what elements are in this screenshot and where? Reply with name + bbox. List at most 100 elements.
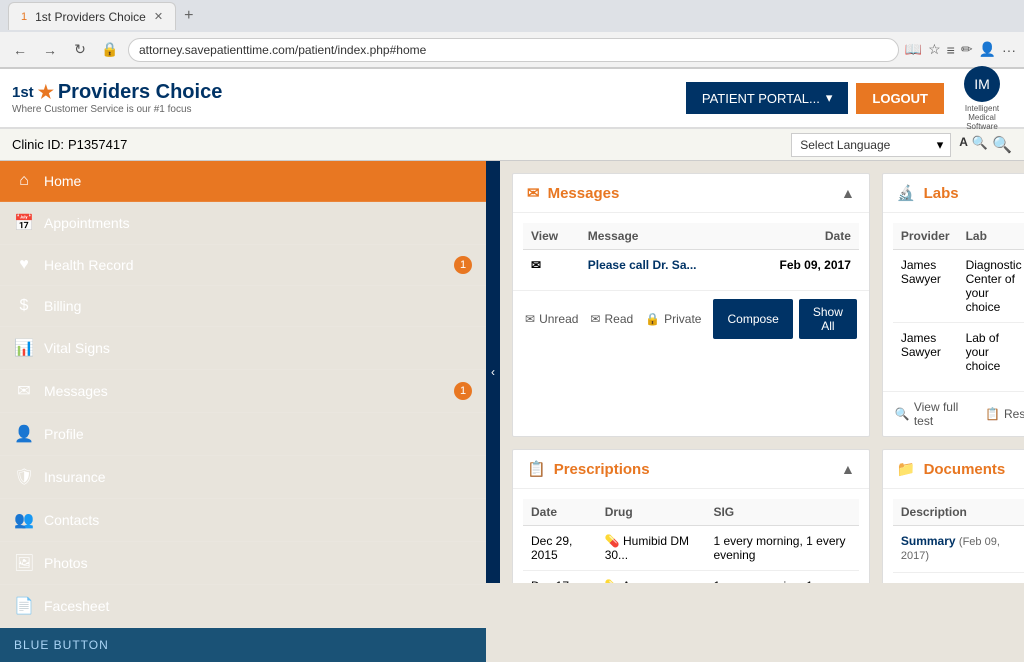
forward-btn[interactable]: → — [38, 38, 62, 62]
search-small-icon[interactable]: 🔍 — [972, 135, 988, 155]
sidebar-item-label-photos: Photos — [44, 555, 88, 571]
messages-panel: ✉ Messages ▲ View Message Date — [512, 173, 870, 437]
labs-footer-links: 🔍 View full test 📋 Result — [895, 400, 1024, 428]
col-presc-sig: SIG — [705, 499, 858, 526]
read-filter[interactable]: ✉ Read — [590, 312, 633, 326]
sidebar-item-label-facesheet: Facesheet — [44, 598, 109, 614]
sidebar-item-label-home: Home — [44, 173, 81, 189]
logout-btn[interactable]: LOGOUT — [856, 83, 944, 114]
photos-icon: 🖼 — [14, 553, 34, 573]
unread-icon: ✉ — [525, 312, 535, 326]
bookmark-icon[interactable]: 📖 — [905, 41, 922, 58]
documents-panel-icon: 📁 — [897, 460, 916, 478]
view-full-test-link[interactable]: 🔍 View full test — [895, 400, 973, 428]
address-bar[interactable] — [128, 38, 899, 62]
text-size-small-btn[interactable]: A — [959, 135, 968, 155]
private-filter[interactable]: 🔒 Private — [645, 312, 701, 326]
browser-chrome: 1 1st Providers Choice ✕ + ← → ↻ 🔒 📖 ☆ ≡… — [0, 0, 1024, 69]
documents-panel-header: 📁 Documents ▲ — [883, 450, 1024, 489]
dropdown-arrow-icon: ▾ — [826, 90, 833, 106]
health-record-icon: ♥ — [14, 256, 34, 274]
content-grid: ✉ Messages ▲ View Message Date — [500, 161, 1024, 583]
presc-drug-2: 💊 Aggrenox 200-... — [597, 571, 706, 584]
ims-label: Intelligent Medical Software — [952, 104, 1012, 131]
header-right: PATIENT PORTAL... ▾ LOGOUT IM Intelligen… — [686, 66, 1012, 131]
labs-panel-icon: 🔬 — [897, 184, 916, 202]
result-link[interactable]: 📋 Result — [985, 400, 1024, 428]
new-tab-btn[interactable]: + — [176, 7, 201, 25]
labs-panel-body: Provider Lab Lab Test James Sawyer Diagn… — [883, 213, 1024, 391]
appointments-icon: 📅 — [14, 213, 34, 233]
sidebar-item-photos[interactable]: 🖼 Photos — [0, 542, 486, 585]
sidebar-item-insurance[interactable]: 🛡 Insurance — [0, 456, 486, 499]
lab-provider-1: James Sawyer — [893, 250, 958, 323]
logo-subtitle: Where Customer Service is our #1 focus — [12, 104, 222, 115]
messages-show-all-btn[interactable]: Show All — [799, 299, 857, 339]
prescriptions-panel-collapse-btn[interactable]: ▲ — [841, 461, 855, 477]
col-presc-drug: Drug — [597, 499, 706, 526]
sidebar-item-health-record[interactable]: ♥ Health Record 1 — [0, 245, 486, 286]
sidebar-item-appointments[interactable]: 📅 Appointments — [0, 202, 486, 245]
labs-panel-title: 🔬 Labs — [897, 184, 959, 202]
search-large-icon[interactable]: 🔍 — [992, 135, 1012, 155]
messages-panel-footer: ✉ Unread ✉ Read 🔒 Private Compose Show A… — [513, 290, 869, 347]
tab-bar: 1 1st Providers Choice ✕ + — [0, 0, 1024, 32]
logo-title: 1st ★ Providers Choice — [12, 81, 222, 104]
sidebar-item-contacts[interactable]: 👥 Contacts — [0, 499, 486, 542]
table-row: Summary (Feb 09, 2017) Aug 16, 2016 📄 🕐 — [893, 526, 1024, 573]
compose-btn[interactable]: Compose — [713, 299, 792, 339]
col-presc-date: Date — [523, 499, 597, 526]
home-icon: ⌂ — [14, 172, 34, 190]
prescriptions-panel-icon: 📋 — [527, 460, 546, 478]
sidebar-item-messages[interactable]: ✉ Messages 1 — [0, 370, 486, 413]
billing-icon: $ — [14, 297, 34, 315]
presc-drug-1: 💊 Humibid DM 30... — [597, 526, 706, 571]
sidebar-item-label-messages: Messages — [44, 383, 108, 399]
sidebar-item-facesheet[interactable]: 📄 Facesheet — [0, 585, 486, 628]
back-btn[interactable]: ← — [8, 38, 32, 62]
more-icon[interactable]: ··· — [1002, 42, 1016, 58]
sidebar-item-label-vital-signs: Vital Signs — [44, 340, 110, 356]
messages-panel-title: ✉ Messages — [527, 184, 619, 202]
doc-summary-link-1[interactable]: Summary — [901, 534, 956, 548]
unread-filter[interactable]: ✉ Unread — [525, 312, 578, 326]
active-tab[interactable]: 1 1st Providers Choice ✕ — [8, 2, 176, 30]
msg-view-icon: ✉ — [523, 250, 580, 281]
lab-lab-1: Diagnostic Center of your choice — [958, 250, 1024, 323]
logo-brand: Providers Choice — [58, 81, 223, 104]
edit-icon[interactable]: ✏ — [961, 41, 973, 58]
blue-button[interactable]: BLUE BUTTON — [0, 628, 486, 662]
sidebar-item-home[interactable]: ⌂ Home — [0, 161, 486, 202]
logo: 1st ★ Providers Choice Where Customer Se… — [12, 81, 222, 115]
patient-portal-btn[interactable]: PATIENT PORTAL... ▾ — [686, 82, 849, 114]
messages-panel-collapse-btn[interactable]: ▲ — [841, 185, 855, 201]
col-message: Message — [580, 223, 744, 250]
messages-badge: 1 — [454, 382, 472, 400]
lang-wrapper[interactable]: Select Language — [791, 133, 951, 157]
pill-icon-1: 💊 — [605, 534, 620, 548]
sidebar-item-vital-signs[interactable]: 📊 Vital Signs — [0, 327, 486, 370]
view-full-icon: 🔍 — [895, 407, 910, 421]
menu-icon[interactable]: ≡ — [947, 42, 955, 58]
prescriptions-panel: 📋 Prescriptions ▲ Date Drug SIG — [512, 449, 870, 583]
tab-close-btn[interactable]: ✕ — [154, 10, 163, 23]
refresh-btn[interactable]: ↻ — [68, 38, 92, 62]
sidebar-item-billing[interactable]: $ Billing — [0, 286, 486, 327]
sidebar-collapse-btn[interactable]: ‹ — [486, 161, 500, 583]
profile-icon[interactable]: 👤 — [979, 41, 996, 58]
labs-panel: 🔬 Labs ▲ Provider Lab Lab Test — [882, 173, 1024, 437]
sidebar-item-label-insurance: Insurance — [44, 469, 105, 485]
col-provider: Provider — [893, 223, 958, 250]
result-icon: 📋 — [985, 407, 1000, 421]
msg-text[interactable]: Please call Dr. Sa... — [580, 250, 744, 281]
presc-sig-1: 1 every morning, 1 every evening — [705, 526, 858, 571]
doc-summary-link-2[interactable]: S2 Clinical Summary - ... — [901, 581, 1024, 583]
tab-title: 1st Providers Choice — [35, 10, 146, 24]
documents-panel: 📁 Documents ▲ Description Visit Date — [882, 449, 1024, 583]
nav-bar: ← → ↻ 🔒 📖 ☆ ≡ ✏ 👤 ··· — [0, 32, 1024, 68]
contacts-icon: 👥 — [14, 510, 34, 530]
sidebar-item-profile[interactable]: 👤 Profile — [0, 413, 486, 456]
language-select[interactable]: Select Language — [791, 133, 951, 157]
star-icon[interactable]: ☆ — [928, 41, 941, 58]
insurance-icon: 🛡 — [14, 467, 34, 487]
